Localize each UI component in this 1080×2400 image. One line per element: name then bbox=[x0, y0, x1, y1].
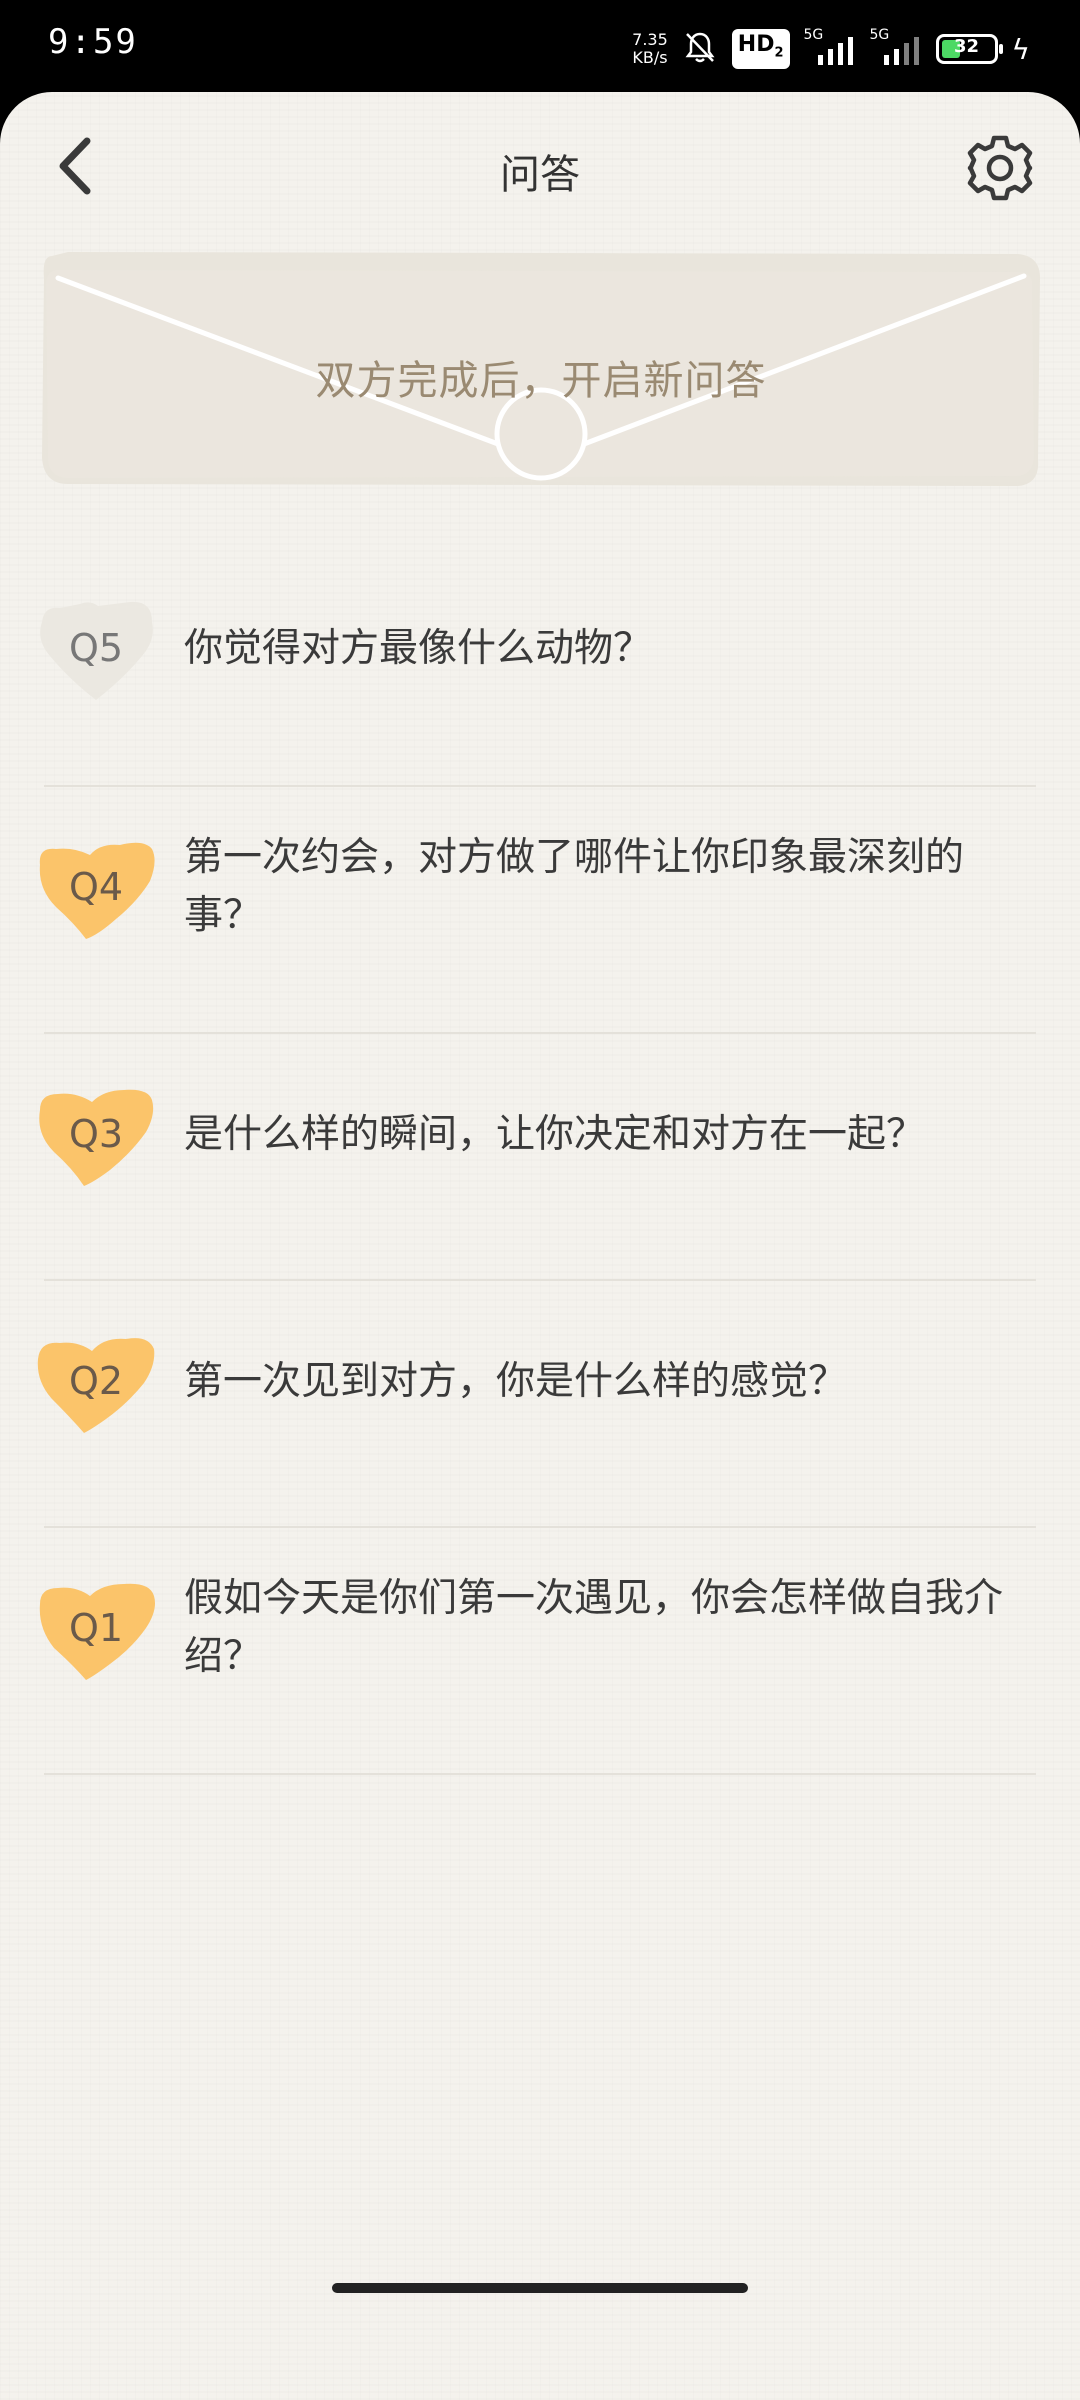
question-text: 第一次约会，对方做了哪件让你印象最深刻的事？ bbox=[184, 835, 965, 938]
hd-sub: 2 bbox=[774, 45, 784, 61]
question-item-q5[interactable]: Q5 你觉得对方最像什么动物？ bbox=[0, 540, 1080, 787]
network-speed: 7.35 KB/s bbox=[632, 31, 668, 67]
battery-level: 32 bbox=[953, 36, 980, 57]
charging-icon: ϟ bbox=[1011, 32, 1030, 66]
question-list: Q5 你觉得对方最像什么动物？ Q4 第一次约会，对方做了哪件让你印象最深刻的事… bbox=[0, 540, 1080, 1775]
question-number-badge: Q4 bbox=[34, 835, 158, 943]
question-number-badge: Q5 bbox=[34, 596, 158, 704]
hd-label: HD bbox=[737, 31, 775, 57]
question-number-badge: Q3 bbox=[34, 1082, 158, 1190]
question-number-badge: Q2 bbox=[34, 1329, 158, 1437]
signal-icon: 5G bbox=[870, 27, 922, 69]
mute-bell-icon bbox=[682, 29, 718, 69]
page-title: 问答 bbox=[500, 152, 580, 198]
question-number: Q4 bbox=[68, 865, 124, 909]
question-text: 假如今天是你们第一次遇见，你会怎样做自我介绍？ bbox=[184, 1576, 1004, 1679]
hd-badge: HD2 bbox=[731, 28, 790, 70]
home-indicator[interactable] bbox=[332, 2283, 748, 2293]
top-bar: 问答 bbox=[0, 92, 1080, 248]
question-text: 是什么样的瞬间，让你决定和对方在一起？ bbox=[184, 1112, 926, 1157]
question-item-q3[interactable]: Q3 是什么样的瞬间，让你决定和对方在一起？ bbox=[0, 1034, 1080, 1281]
question-item-q4[interactable]: Q4 第一次约会，对方做了哪件让你印象最深刻的事？ bbox=[0, 787, 1080, 1034]
qa-screen: 问答 双方完成后，开启新问答 Q5 你觉得对方最像什么动物？ Q4 第一次约会，… bbox=[0, 92, 1080, 2400]
status-bar: 9:59 7.35 KB/s HD2 5G 5G 32 ϟ bbox=[0, 0, 1080, 96]
gear-icon bbox=[967, 135, 1033, 201]
network-speed-unit: KB/s bbox=[632, 48, 668, 67]
question-text: 第一次见到对方，你是什么样的感觉？ bbox=[184, 1359, 848, 1404]
question-number-badge: Q1 bbox=[34, 1576, 158, 1684]
status-time: 9:59 bbox=[48, 22, 138, 62]
question-number: Q2 bbox=[68, 1359, 124, 1403]
question-text: 你觉得对方最像什么动物？ bbox=[184, 626, 653, 671]
battery-icon: 32 bbox=[935, 34, 1003, 64]
settings-button[interactable] bbox=[962, 130, 1038, 206]
question-item-q2[interactable]: Q2 第一次见到对方，你是什么样的感觉？ bbox=[0, 1281, 1080, 1528]
signal-icon: 5G bbox=[804, 27, 856, 69]
divider bbox=[44, 1773, 1036, 1775]
question-number: Q3 bbox=[68, 1112, 124, 1156]
network-speed-value: 7.35 bbox=[632, 30, 668, 49]
question-number: Q1 bbox=[68, 1606, 124, 1650]
question-item-q1[interactable]: Q1 假如今天是你们第一次遇见，你会怎样做自我介绍？ bbox=[0, 1528, 1080, 1775]
envelope-message: 双方完成后，开启新问答 bbox=[315, 358, 767, 404]
envelope-banner: 双方完成后，开启新问答 bbox=[38, 248, 1044, 492]
question-number: Q5 bbox=[68, 626, 124, 670]
status-icons: 7.35 KB/s HD2 5G 5G 32 ϟ bbox=[632, 26, 1030, 72]
